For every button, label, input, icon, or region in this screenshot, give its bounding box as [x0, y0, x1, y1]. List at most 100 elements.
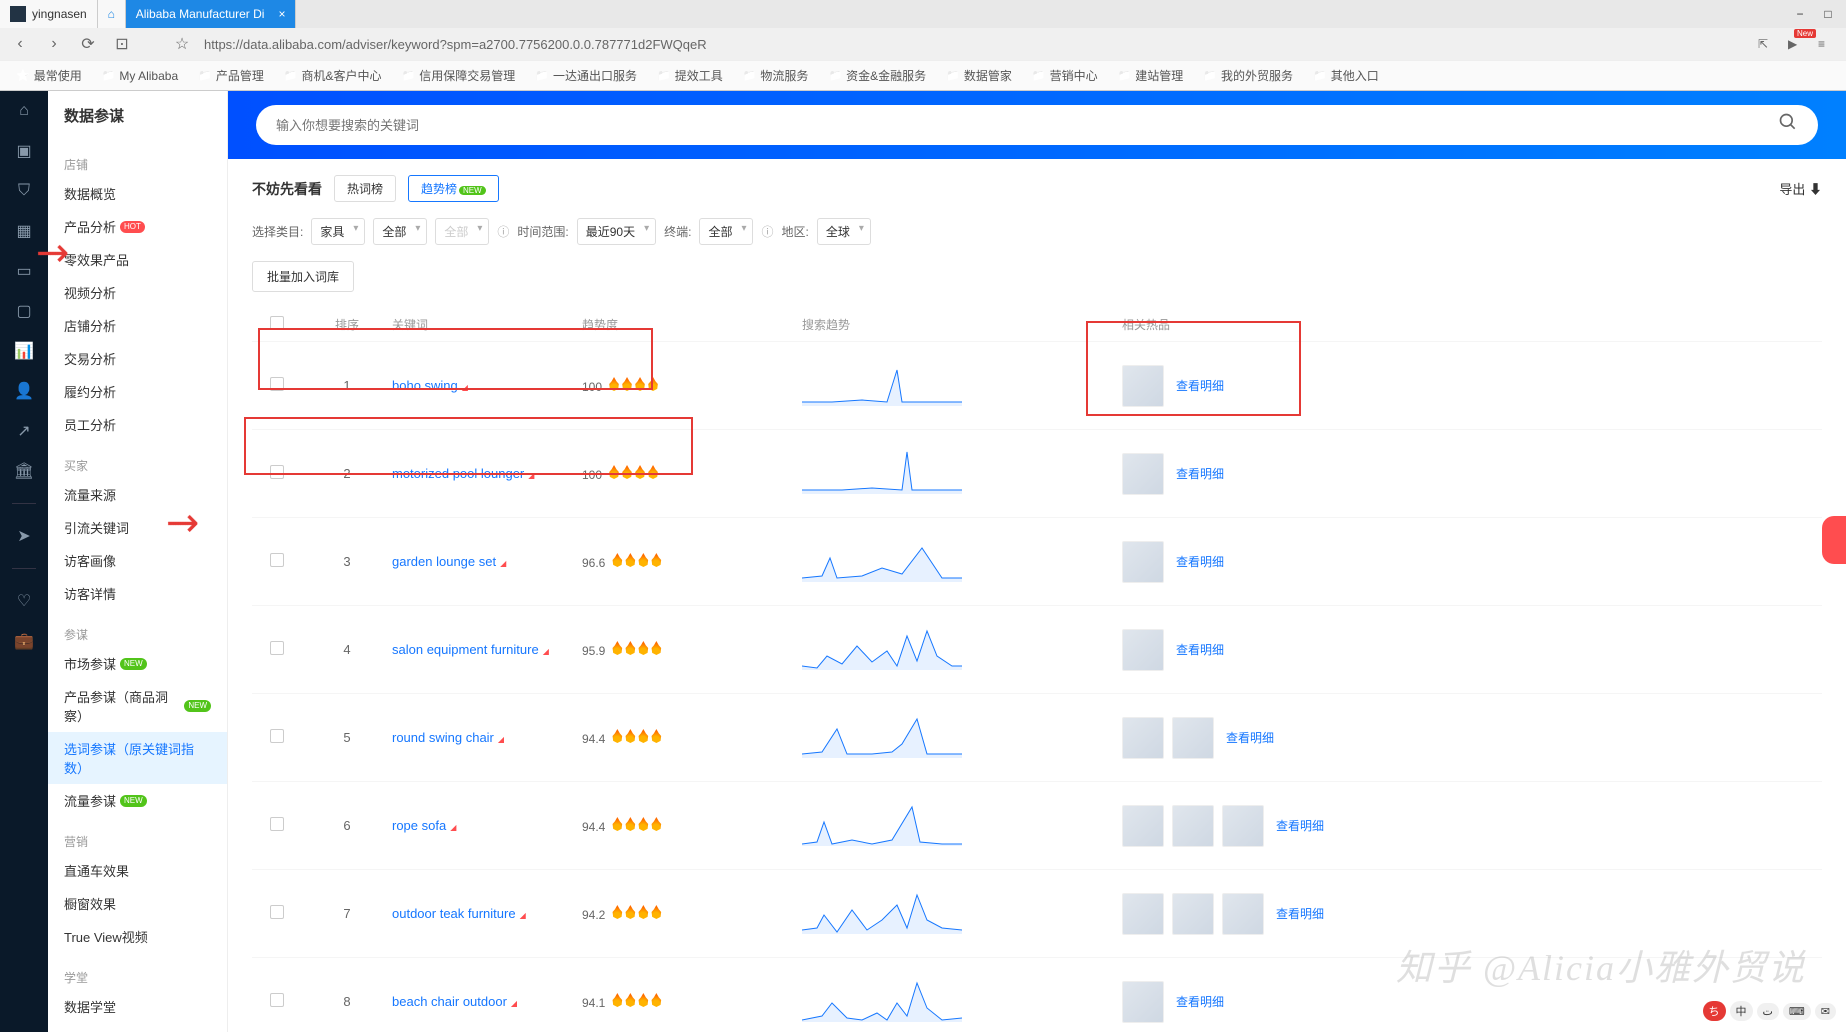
detail-link[interactable]: 查看明细 — [1276, 817, 1324, 834]
row-checkbox[interactable] — [270, 553, 284, 567]
detail-link[interactable]: 查看明细 — [1176, 553, 1224, 570]
sidebar-item[interactable]: 橱窗效果 — [48, 887, 227, 920]
product-thumb[interactable] — [1172, 893, 1214, 935]
sidebar-item[interactable]: 直通车效果 — [48, 854, 227, 887]
row-checkbox[interactable] — [270, 465, 284, 479]
rail-home-icon[interactable]: ⌂ — [12, 99, 36, 123]
keyword-link[interactable]: motorized pool lounger — [392, 466, 524, 481]
close-icon[interactable]: × — [278, 7, 285, 21]
keyword-link[interactable]: outdoor teak furniture — [392, 906, 516, 921]
row-checkbox[interactable] — [270, 905, 284, 919]
bookmark-item[interactable]: 营销中心 — [1024, 65, 1106, 86]
keyword-link[interactable]: garden lounge set — [392, 554, 496, 569]
sidebar-item[interactable]: 交易分析 — [48, 342, 227, 375]
product-thumb[interactable] — [1222, 805, 1264, 847]
rail-heart-icon[interactable]: ♡ — [12, 589, 36, 613]
sidebar-item[interactable]: 选词参谋（原关键词指数） — [48, 732, 227, 784]
sidebar-item[interactable]: 员工分析 — [48, 408, 227, 441]
bookmark-item[interactable]: 其他入口 — [1305, 65, 1387, 86]
row-checkbox[interactable] — [270, 377, 284, 391]
browser-tab-2[interactable]: Alibaba Manufacturer Di × — [126, 0, 297, 28]
window-minimize[interactable]: − — [1790, 7, 1810, 21]
sidebar-item[interactable]: True View视频 — [48, 920, 227, 953]
sidebar-item[interactable]: 访客详情 — [48, 577, 227, 610]
bookmark-item[interactable]: 商机&客户中心 — [276, 65, 390, 86]
nav-back[interactable]: ‹ — [8, 32, 32, 56]
filter-region[interactable]: 全球 — [817, 218, 871, 245]
rail-user-icon[interactable]: 👤 — [12, 379, 36, 403]
bookmark-item[interactable]: 物流服务 — [735, 65, 817, 86]
product-thumb[interactable] — [1122, 893, 1164, 935]
rail-chat-icon[interactable]: ▢ — [12, 299, 36, 323]
nav-forward[interactable]: › — [42, 32, 66, 56]
search-input[interactable] — [276, 118, 1778, 133]
sidebar-item[interactable]: 流量来源 — [48, 478, 227, 511]
filter-terminal[interactable]: 全部 — [699, 218, 753, 245]
product-thumb[interactable] — [1122, 365, 1164, 407]
sidebar-item[interactable]: 数据学堂 — [48, 990, 227, 1023]
sidebar-item[interactable]: 产品参谋（商品洞察）NEW — [48, 680, 227, 732]
row-checkbox[interactable] — [270, 993, 284, 1007]
browser-tab-home[interactable]: ⌂ — [98, 0, 126, 28]
info-icon[interactable]: ⓘ — [497, 223, 509, 240]
row-checkbox[interactable] — [270, 641, 284, 655]
product-thumb[interactable] — [1122, 453, 1164, 495]
nav-reload[interactable]: ⟳ — [76, 32, 100, 56]
bookmark-item[interactable]: 建站管理 — [1110, 65, 1192, 86]
bookmark-item[interactable]: 信用保障交易管理 — [394, 65, 524, 86]
export-link[interactable]: 导出 ⬇ — [1779, 179, 1822, 198]
sidebar-item[interactable]: 市场参谋NEW — [48, 647, 227, 680]
product-thumb[interactable] — [1122, 981, 1164, 1023]
rail-shield-icon[interactable]: ⛉ — [12, 179, 36, 203]
sidebar-item[interactable]: 视频分析 — [48, 276, 227, 309]
rail-nav-icon[interactable]: ➤ — [12, 524, 36, 548]
float-side-badge[interactable] — [1822, 516, 1846, 564]
row-checkbox[interactable] — [270, 817, 284, 831]
tab-hot[interactable]: 热词榜 — [334, 175, 396, 202]
batch-add-button[interactable]: 批量加入词库 — [252, 261, 354, 292]
detail-link[interactable]: 查看明细 — [1176, 641, 1224, 658]
product-thumb[interactable] — [1172, 717, 1214, 759]
menu-icon[interactable]: ≡ — [1818, 37, 1838, 51]
video-icon[interactable]: ▶ — [1788, 37, 1808, 51]
product-thumb[interactable] — [1122, 805, 1164, 847]
filter-category-3[interactable]: 全部 — [435, 218, 489, 245]
bookmark-item[interactable]: 产品管理 — [190, 65, 272, 86]
product-thumb[interactable] — [1172, 805, 1214, 847]
sidebar-item[interactable]: 店铺分析 — [48, 309, 227, 342]
rail-shop-icon[interactable]: ▣ — [12, 139, 36, 163]
filter-time[interactable]: 最近90天 — [577, 218, 656, 245]
browser-tab-1[interactable]: yingnasen — [0, 0, 98, 28]
rail-grid-icon[interactable]: ▦ — [12, 219, 36, 243]
sidebar-item[interactable]: 访客画像 — [48, 544, 227, 577]
rail-briefcase-icon[interactable]: 💼 — [12, 629, 36, 653]
star-icon[interactable]: ☆ — [170, 32, 194, 56]
product-thumb[interactable] — [1122, 717, 1164, 759]
bookmark-item[interactable]: My Alibaba — [94, 67, 186, 85]
filter-category-2[interactable]: 全部 — [373, 218, 427, 245]
keyword-link[interactable]: boho swing — [392, 378, 458, 393]
window-maximize[interactable]: □ — [1818, 7, 1838, 21]
rail-card-icon[interactable]: ▭ — [12, 259, 36, 283]
bookmark-item[interactable]: 最常使用 — [8, 65, 90, 86]
filter-category-1[interactable]: 家具 — [311, 218, 365, 245]
rail-bank-icon[interactable]: 🏛 — [12, 459, 36, 483]
keyword-link[interactable]: round swing chair — [392, 730, 494, 745]
bookmark-item[interactable]: 数据管家 — [938, 65, 1020, 86]
detail-link[interactable]: 查看明细 — [1276, 905, 1324, 922]
info-icon[interactable]: ⓘ — [761, 223, 773, 240]
bookmark-item[interactable]: 一达通出口服务 — [527, 65, 645, 86]
detail-link[interactable]: 查看明细 — [1226, 729, 1274, 746]
bookmark-item[interactable]: 资金&金融服务 — [820, 65, 934, 86]
share-icon[interactable]: ⇱ — [1758, 37, 1778, 51]
product-thumb[interactable] — [1122, 541, 1164, 583]
checkbox-all[interactable] — [270, 316, 284, 330]
row-checkbox[interactable] — [270, 729, 284, 743]
rail-chart-icon[interactable]: 📊 — [12, 339, 36, 363]
sidebar-item[interactable]: 零效果产品 — [48, 243, 227, 276]
sidebar-item[interactable]: 流量参谋NEW — [48, 784, 227, 817]
nav-home[interactable]: ⊡ — [110, 32, 134, 56]
product-thumb[interactable] — [1222, 893, 1264, 935]
keyword-link[interactable]: salon equipment furniture — [392, 642, 539, 657]
tab-trend[interactable]: 趋势榜NEW — [408, 175, 499, 202]
